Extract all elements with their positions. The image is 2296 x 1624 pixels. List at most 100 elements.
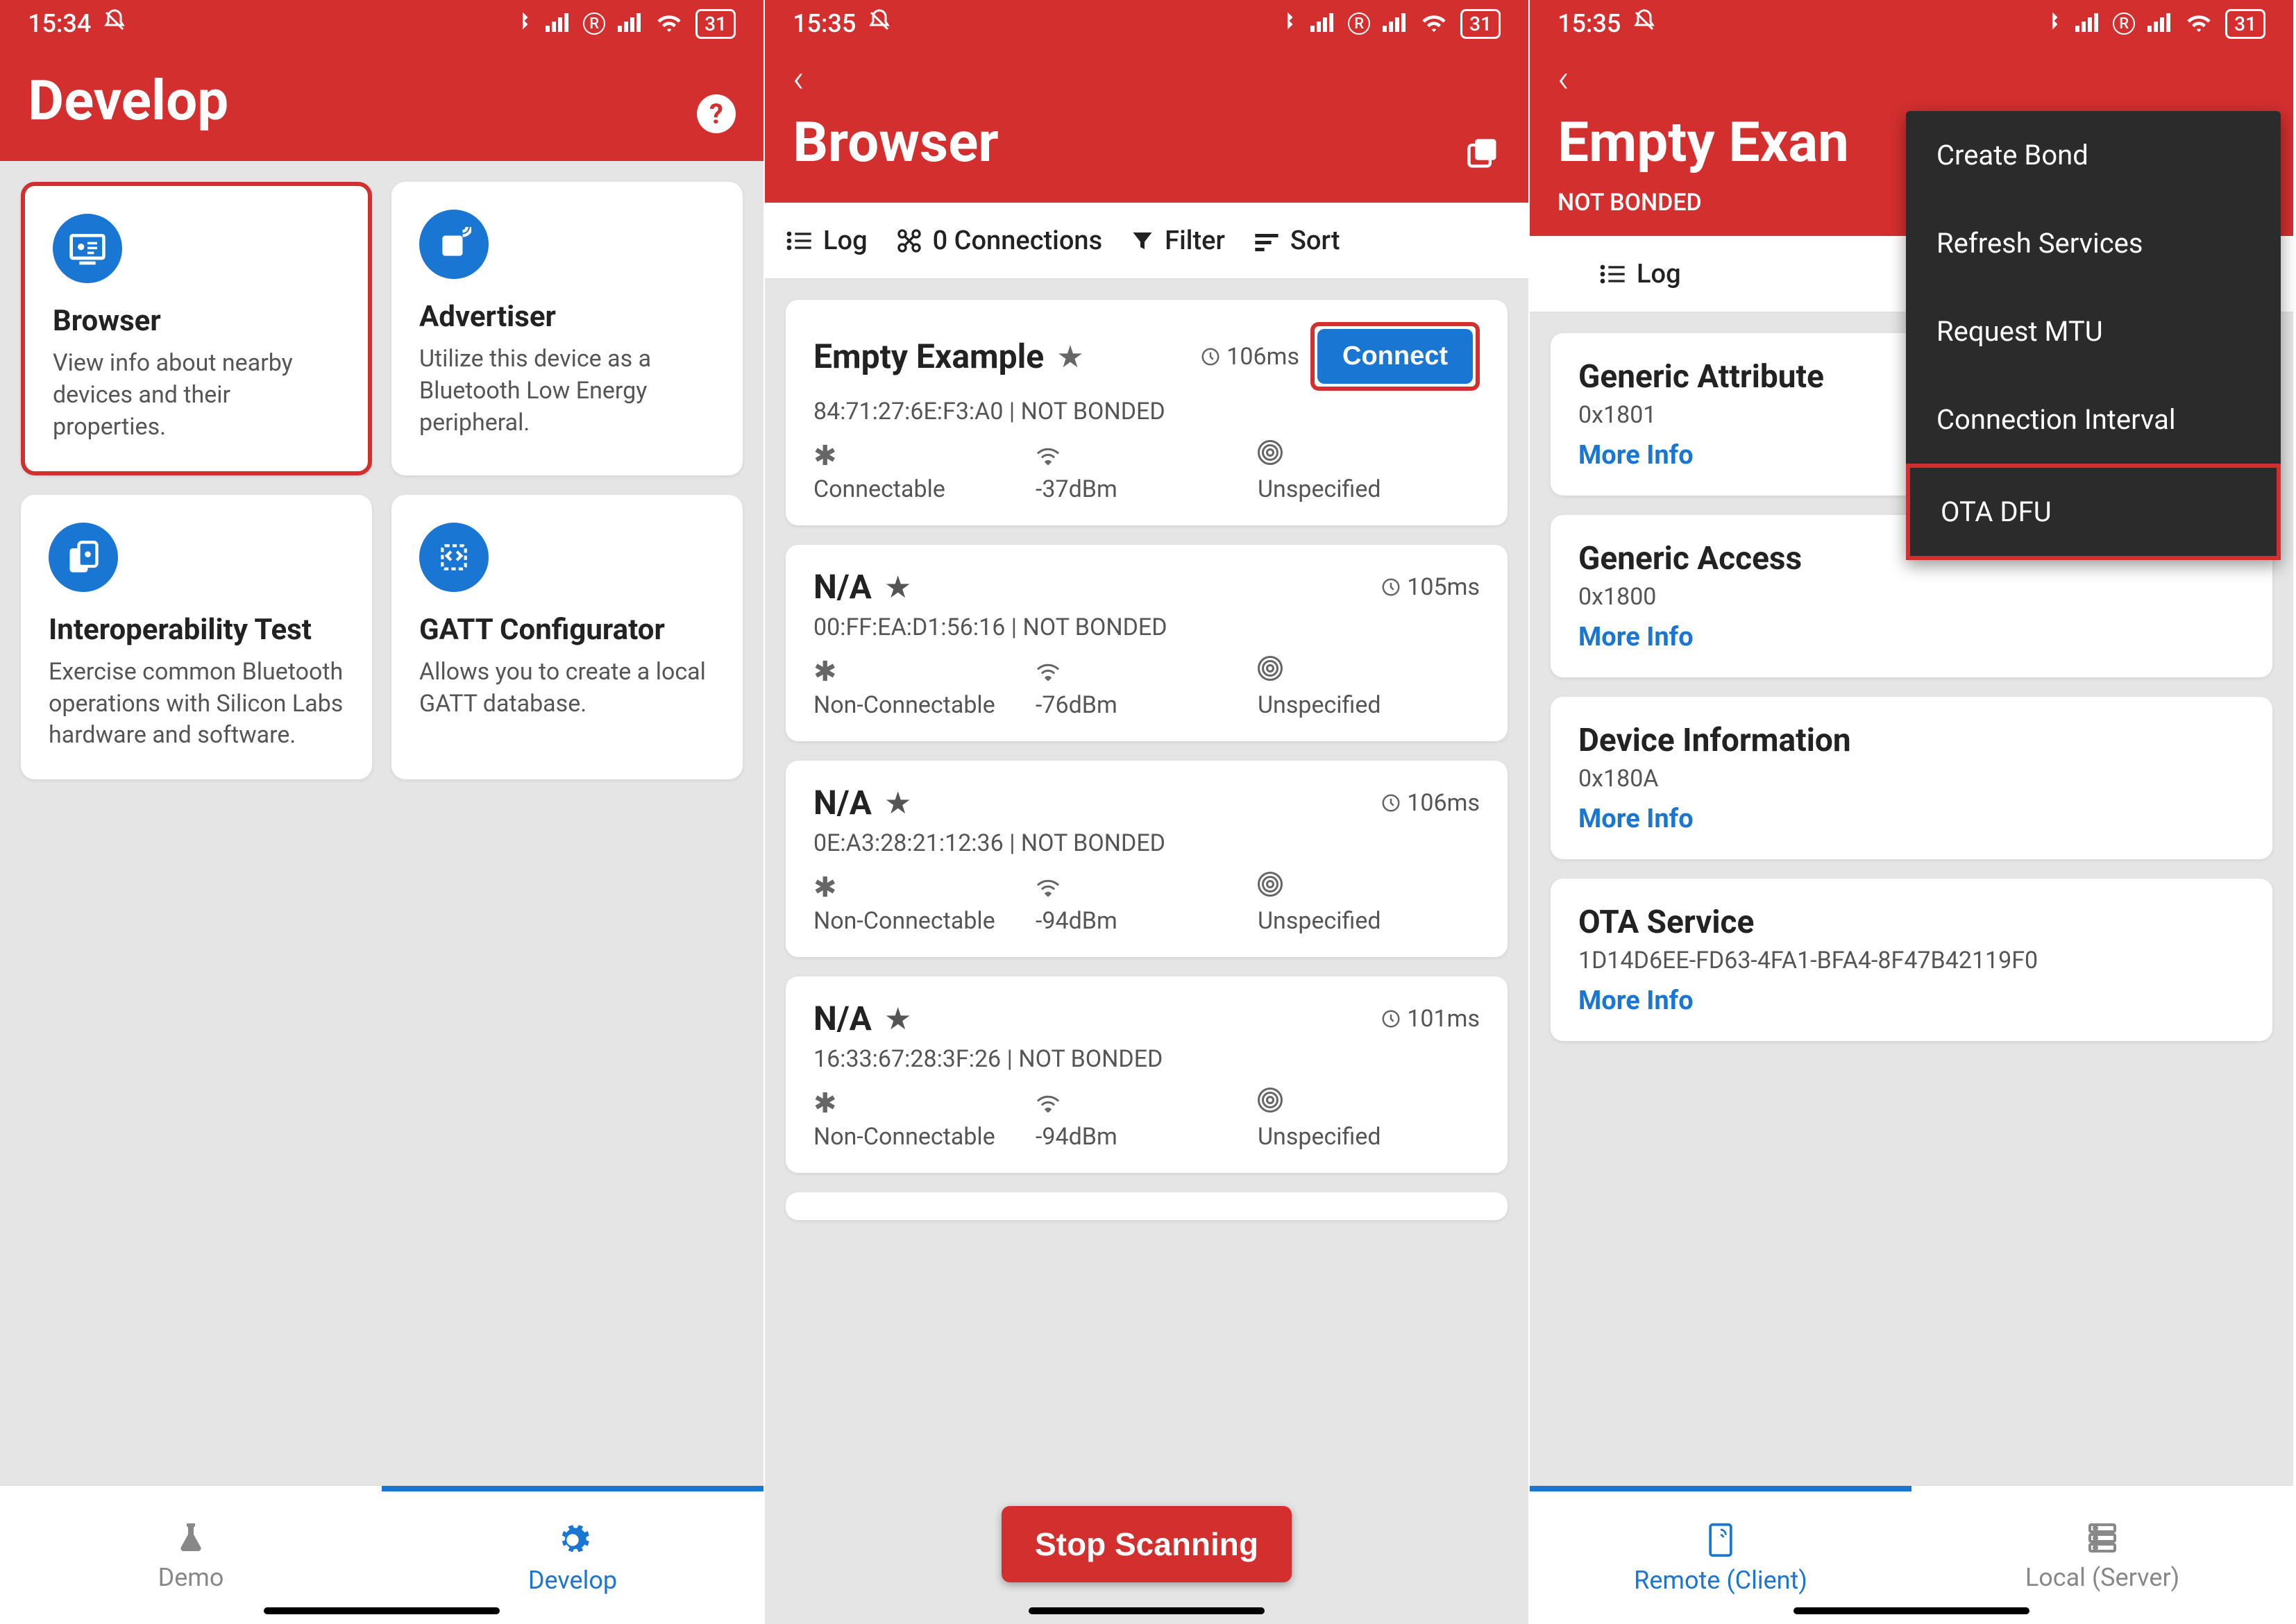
tool-label: Log bbox=[823, 226, 868, 256]
header: Develop ? bbox=[0, 47, 763, 161]
tabs-icon[interactable] bbox=[1464, 136, 1501, 175]
menu-ota-dfu[interactable]: OTA DFU bbox=[1906, 464, 2281, 560]
r-icon: R bbox=[1348, 12, 1370, 35]
stop-scanning-button[interactable]: Stop Scanning bbox=[1002, 1506, 1292, 1582]
device-card[interactable]: N/A ★ 106ms 0E:A3:28:21:12:36 | NOT BOND… bbox=[786, 761, 1508, 957]
content: Browser View info about nearby devices a… bbox=[0, 161, 763, 1485]
star-icon[interactable]: ★ bbox=[884, 1001, 911, 1037]
back-button[interactable]: ‹ bbox=[1558, 56, 1569, 101]
more-info-link[interactable]: More Info bbox=[1578, 804, 2245, 834]
connect-button[interactable]: Connect bbox=[1317, 329, 1473, 384]
rssi-label: -94dBm bbox=[1036, 907, 1117, 935]
signal2-icon bbox=[618, 9, 643, 38]
service-card[interactable]: OTA Service 1D14D6EE-FD63-4FA1-BFA4-8F47… bbox=[1551, 879, 2272, 1041]
adv-label: Unspecified bbox=[1258, 1123, 1381, 1151]
tool-sort[interactable]: Sort bbox=[1253, 226, 1340, 256]
card-desc: Allows you to create a local GATT databa… bbox=[419, 657, 715, 720]
card-title: Interoperability Test bbox=[49, 613, 344, 647]
bluetooth-icon: ✱ bbox=[813, 655, 837, 684]
tool-label: Log bbox=[1637, 259, 1681, 289]
service-uuid: 1D14D6EE-FD63-4FA1-BFA4-8F47B42119F0 bbox=[1578, 947, 2245, 974]
more-info-link[interactable]: More Info bbox=[1578, 986, 2245, 1016]
menu-connection-interval[interactable]: Connection Interval bbox=[1906, 375, 2281, 464]
bottom-nav: Demo Develop bbox=[0, 1485, 763, 1624]
rssi-label: -37dBm bbox=[1036, 475, 1117, 503]
dnd-icon bbox=[102, 8, 127, 40]
advertiser-icon bbox=[419, 210, 489, 279]
gatt-icon bbox=[419, 523, 489, 592]
more-info-link[interactable]: More Info bbox=[1578, 622, 2245, 652]
r-icon: R bbox=[2113, 12, 2135, 35]
menu-request-mtu[interactable]: Request MTU bbox=[1906, 287, 2281, 375]
device-name: N/A bbox=[813, 783, 872, 822]
card-desc: Utilize this device as a Bluetooth Low E… bbox=[419, 344, 715, 439]
device-card[interactable]: Empty Example ★ 106ms Connect 84:71:27:6… bbox=[786, 300, 1508, 525]
star-icon[interactable]: ★ bbox=[884, 569, 911, 605]
menu-refresh-services[interactable]: Refresh Services bbox=[1906, 199, 2281, 287]
card-interop[interactable]: Interoperability Test Exercise common Bl… bbox=[21, 495, 372, 780]
page-title: Develop bbox=[28, 68, 228, 133]
tool-connections[interactable]: 0 Connections bbox=[895, 226, 1103, 256]
tool-label: 0 Connections bbox=[933, 226, 1103, 256]
device-interval: 105ms bbox=[1381, 573, 1480, 601]
status-time: 15:35 bbox=[1558, 9, 1621, 38]
tool-filter[interactable]: Filter bbox=[1130, 226, 1225, 256]
star-icon[interactable]: ★ bbox=[884, 785, 911, 821]
signal-icon bbox=[546, 9, 571, 38]
help-icon[interactable]: ? bbox=[697, 94, 736, 133]
home-indicator[interactable] bbox=[264, 1607, 500, 1614]
beacon-icon bbox=[1258, 439, 1283, 468]
card-desc: Exercise common Bluetooth operations wit… bbox=[49, 657, 344, 752]
menu-create-bond[interactable]: Create Bond bbox=[1906, 111, 2281, 199]
service-name: OTA Service bbox=[1578, 904, 2245, 941]
header: ‹ Browser bbox=[765, 47, 1528, 203]
back-button[interactable]: ‹ bbox=[793, 56, 804, 101]
wifi-icon bbox=[1420, 9, 1448, 38]
beacon-icon bbox=[1258, 1087, 1283, 1116]
device-interval: 101ms bbox=[1381, 1005, 1480, 1033]
card-advertiser[interactable]: Advertiser Utilize this device as a Blue… bbox=[391, 182, 743, 475]
battery-icon: 31 bbox=[695, 9, 736, 39]
adv-label: Unspecified bbox=[1258, 907, 1381, 935]
nav-demo[interactable]: Demo bbox=[0, 1486, 382, 1624]
card-browser[interactable]: Browser View info about nearby devices a… bbox=[21, 182, 372, 475]
tool-label: Filter bbox=[1165, 226, 1225, 256]
wifi-icon bbox=[655, 9, 683, 38]
page-title: Browser bbox=[793, 110, 999, 175]
home-indicator[interactable] bbox=[1029, 1607, 1265, 1614]
home-indicator[interactable] bbox=[1793, 1607, 2029, 1614]
connectable-label: Non-Connectable bbox=[813, 691, 995, 719]
card-title: GATT Configurator bbox=[419, 613, 715, 647]
screen-device-detail: 15:35 R 31 ‹ Empty Exan NOT BONDED Log G… bbox=[1530, 0, 2295, 1624]
device-name: N/A bbox=[813, 999, 872, 1038]
star-icon[interactable]: ★ bbox=[1056, 339, 1083, 375]
device-interval: 106ms bbox=[1381, 789, 1480, 817]
device-card[interactable]: N/A ★ 101ms 16:33:67:28:3F:26 | NOT BOND… bbox=[786, 976, 1508, 1173]
server-icon bbox=[2086, 1519, 2119, 1556]
device-mac: 16:33:67:28:3F:26 | NOT BONDED bbox=[813, 1045, 1480, 1073]
device-mac: 84:71:27:6E:F3:A0 | NOT BONDED bbox=[813, 398, 1480, 425]
signal-icon bbox=[2075, 9, 2100, 38]
beacon-icon bbox=[1258, 871, 1283, 900]
bluetooth-icon: ✱ bbox=[813, 439, 837, 468]
connectable-label: Non-Connectable bbox=[813, 907, 995, 935]
nav-remote[interactable]: Remote (Client) bbox=[1530, 1486, 1911, 1624]
service-card[interactable]: Device Information 0x180A More Info bbox=[1551, 697, 2272, 859]
nav-label: Demo bbox=[158, 1563, 224, 1592]
rssi-icon bbox=[1036, 655, 1061, 684]
adv-label: Unspecified bbox=[1258, 691, 1381, 719]
tool-log[interactable]: Log bbox=[1599, 259, 1681, 289]
tool-log[interactable]: Log bbox=[786, 226, 868, 256]
device-card-partial[interactable] bbox=[786, 1192, 1508, 1220]
card-gatt[interactable]: GATT Configurator Allows you to create a… bbox=[391, 495, 743, 780]
card-title: Advertiser bbox=[419, 300, 715, 334]
nav-develop[interactable]: Develop bbox=[382, 1486, 763, 1624]
rssi-icon bbox=[1036, 871, 1061, 900]
flask-icon bbox=[174, 1519, 208, 1556]
nav-label: Develop bbox=[528, 1566, 617, 1595]
device-card[interactable]: N/A ★ 105ms 00:FF:EA:D1:56:16 | NOT BOND… bbox=[786, 545, 1508, 741]
connect-highlight: Connect bbox=[1310, 322, 1480, 391]
bluetooth-icon bbox=[512, 8, 533, 40]
screen-browser: 15:35 R 31 ‹ Browser Log 0 Connections bbox=[765, 0, 1530, 1624]
nav-local[interactable]: Local (Server) bbox=[1911, 1486, 2293, 1624]
